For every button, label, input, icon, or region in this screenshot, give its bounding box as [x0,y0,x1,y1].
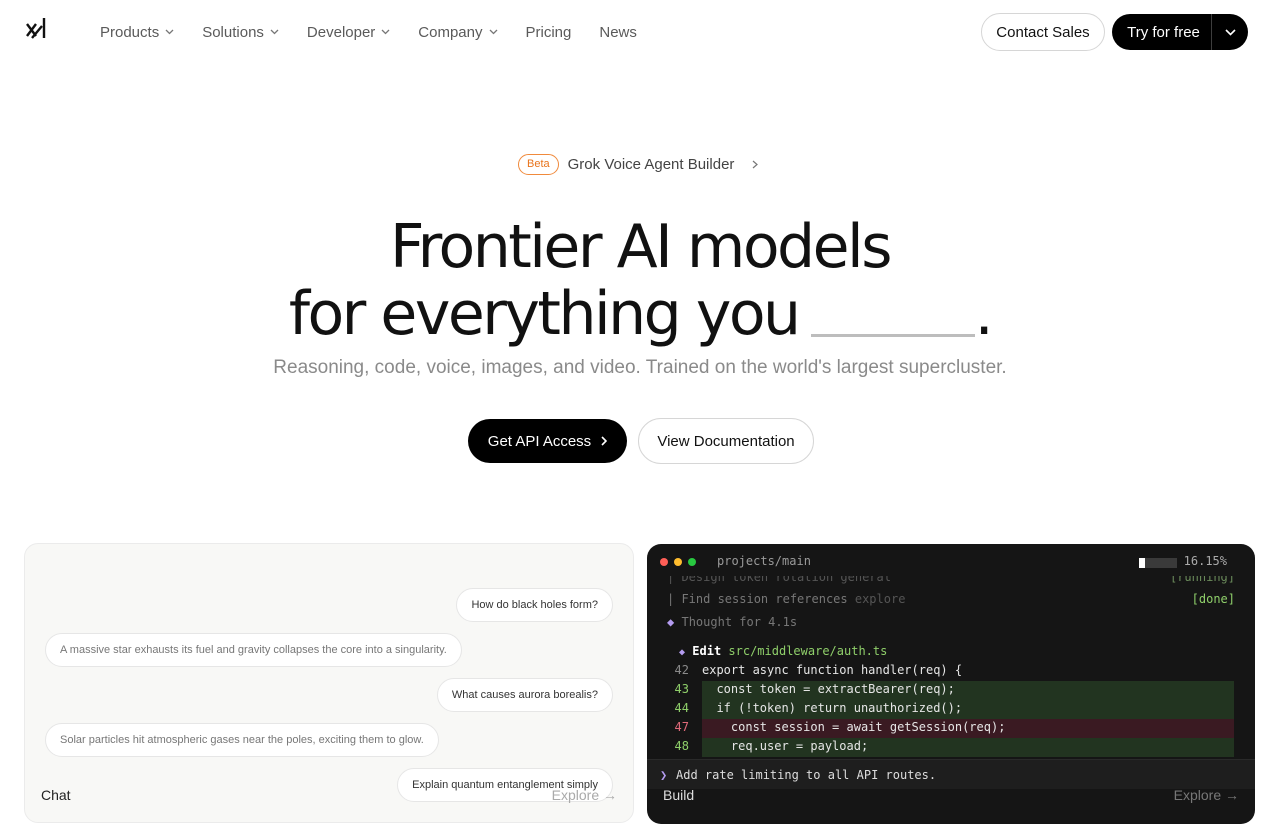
chevron-down-icon [381,29,390,35]
minimize-dot [674,558,682,566]
announcement-link[interactable]: Beta Grok Voice Agent Builder [518,153,759,175]
chevron-down-icon [270,29,279,35]
hero-title-period: . [974,279,994,349]
chat-card-label: Chat [41,787,71,803]
window-controls [660,558,696,566]
build-card-label: Build [663,787,695,803]
line-number: 43 [674,682,689,696]
nav-item-label: News [599,23,637,41]
code-text: export async function handler(req) { [702,663,963,677]
code-text: const token = extractBearer(req); [702,682,955,696]
thought-text: Thought for 4.1s [681,615,798,629]
try-dropdown-toggle[interactable] [1212,28,1248,36]
thought-line: ◆ Thought for 4.1s [667,615,797,629]
view-documentation-button[interactable]: View Documentation [638,418,814,464]
chevron-down-icon [165,29,174,35]
nav-item-news[interactable]: News [599,22,637,42]
line-number: 48 [674,739,689,753]
chevron-right-icon [753,160,759,168]
line-number: 47 [674,720,689,734]
hero-title-line2: for everything you. [0,272,1280,349]
line-number: 44 [674,701,689,715]
code-text: req.user = payload; [702,739,869,753]
edit-label: Edit [692,644,722,658]
nav-item-label: Products [100,23,160,41]
nav-menu: Products Solutions Developer Company Pricing… [100,22,665,42]
line-number: 42 [674,663,689,677]
maximize-dot [688,558,696,566]
task-text: | Find session references [667,592,848,606]
beta-badge: Beta [518,153,559,175]
chat-card[interactable]: How do black holes form? A massive star … [24,543,634,823]
code-line: 42 export async function handler(req) { [647,662,1255,681]
contact-sales-button[interactable]: Contact Sales [981,13,1105,51]
try-for-free-label[interactable]: Try for free [1112,24,1211,41]
task-line: | Design token rotation general [667,570,891,584]
nav-item-solutions[interactable]: Solutions [202,22,279,42]
try-for-free-button[interactable]: Try for free [1112,14,1248,50]
get-api-access-label: Get API Access [487,432,592,450]
chat-bubble-assistant: Solar particles hit atmospheric gases ne… [45,723,439,757]
chat-bubble-assistant: A massive star exhausts its fuel and gra… [45,633,462,667]
code-text: if (!token) return unauthorized(); [702,701,963,715]
task-status: [running] [1169,570,1235,584]
code-line: 47 const session = await getSession(req)… [647,719,1255,738]
chevron-down-icon [489,29,497,35]
edit-file: src/middleware/auth.ts [728,644,888,658]
get-api-access-button[interactable]: Get API Access [468,419,627,463]
chat-explore-link[interactable]: Explore → [552,787,617,803]
nav-item-label: Company [418,23,483,41]
code-line: 44 if (!token) return unauthorized(); [647,700,1255,719]
diamond-icon: ◆ [679,647,686,658]
progress-bar [1139,558,1177,568]
task-status: [done] [1191,592,1235,606]
typing-blank [810,275,975,337]
build-card[interactable]: projects/main 16.15% | Design token rota… [647,544,1255,824]
code-line: 43 const token = extractBearer(req); [647,681,1255,700]
chevron-right-icon [601,436,608,446]
top-nav: Products Solutions Developer Company Pricing… [0,0,1280,64]
nav-item-products[interactable]: Products [100,22,174,42]
nav-item-label: Developer [306,23,376,41]
edit-line: ◆ Edit src/middleware/auth.ts [679,644,887,658]
nav-item-company[interactable]: Company [418,22,497,42]
hero-subtitle: Reasoning, code, voice, images, and vide… [273,357,1007,378]
close-dot [660,558,668,566]
nav-item-developer[interactable]: Developer [307,22,390,42]
prompt-icon: ❯ [660,768,668,782]
announcement-text[interactable]: Grok Voice Agent Builder [568,156,735,173]
progress-fill [1139,558,1146,568]
xai-logo[interactable] [24,16,50,44]
progress-percent: 16.15% [1183,554,1227,568]
code-line: 48 req.user = payload; [647,738,1255,757]
prompt-bar[interactable]: ❯ Add rate limiting to all API routes. [647,759,1255,789]
nav-item-label: Solutions [202,23,264,41]
chat-bubble-user: What causes aurora borealis? [436,678,613,712]
terminal-path: projects/main [717,554,811,568]
hero-title-text: for everything you [288,279,801,349]
chevron-down-icon [1224,28,1236,36]
prompt-text[interactable]: Add rate limiting to all API routes. [676,768,936,782]
nav-item-label: Pricing [525,23,572,41]
build-explore-link[interactable]: Explore → [1174,787,1239,803]
diamond-icon: ◆ [667,615,675,629]
chat-bubble-user: How do black holes form? [456,588,613,622]
task-tag: explore [854,592,906,606]
nav-item-pricing[interactable]: Pricing [526,22,572,42]
code-text: const session = await getSession(req); [702,720,1006,734]
task-line: | Find session references explore [667,592,905,606]
